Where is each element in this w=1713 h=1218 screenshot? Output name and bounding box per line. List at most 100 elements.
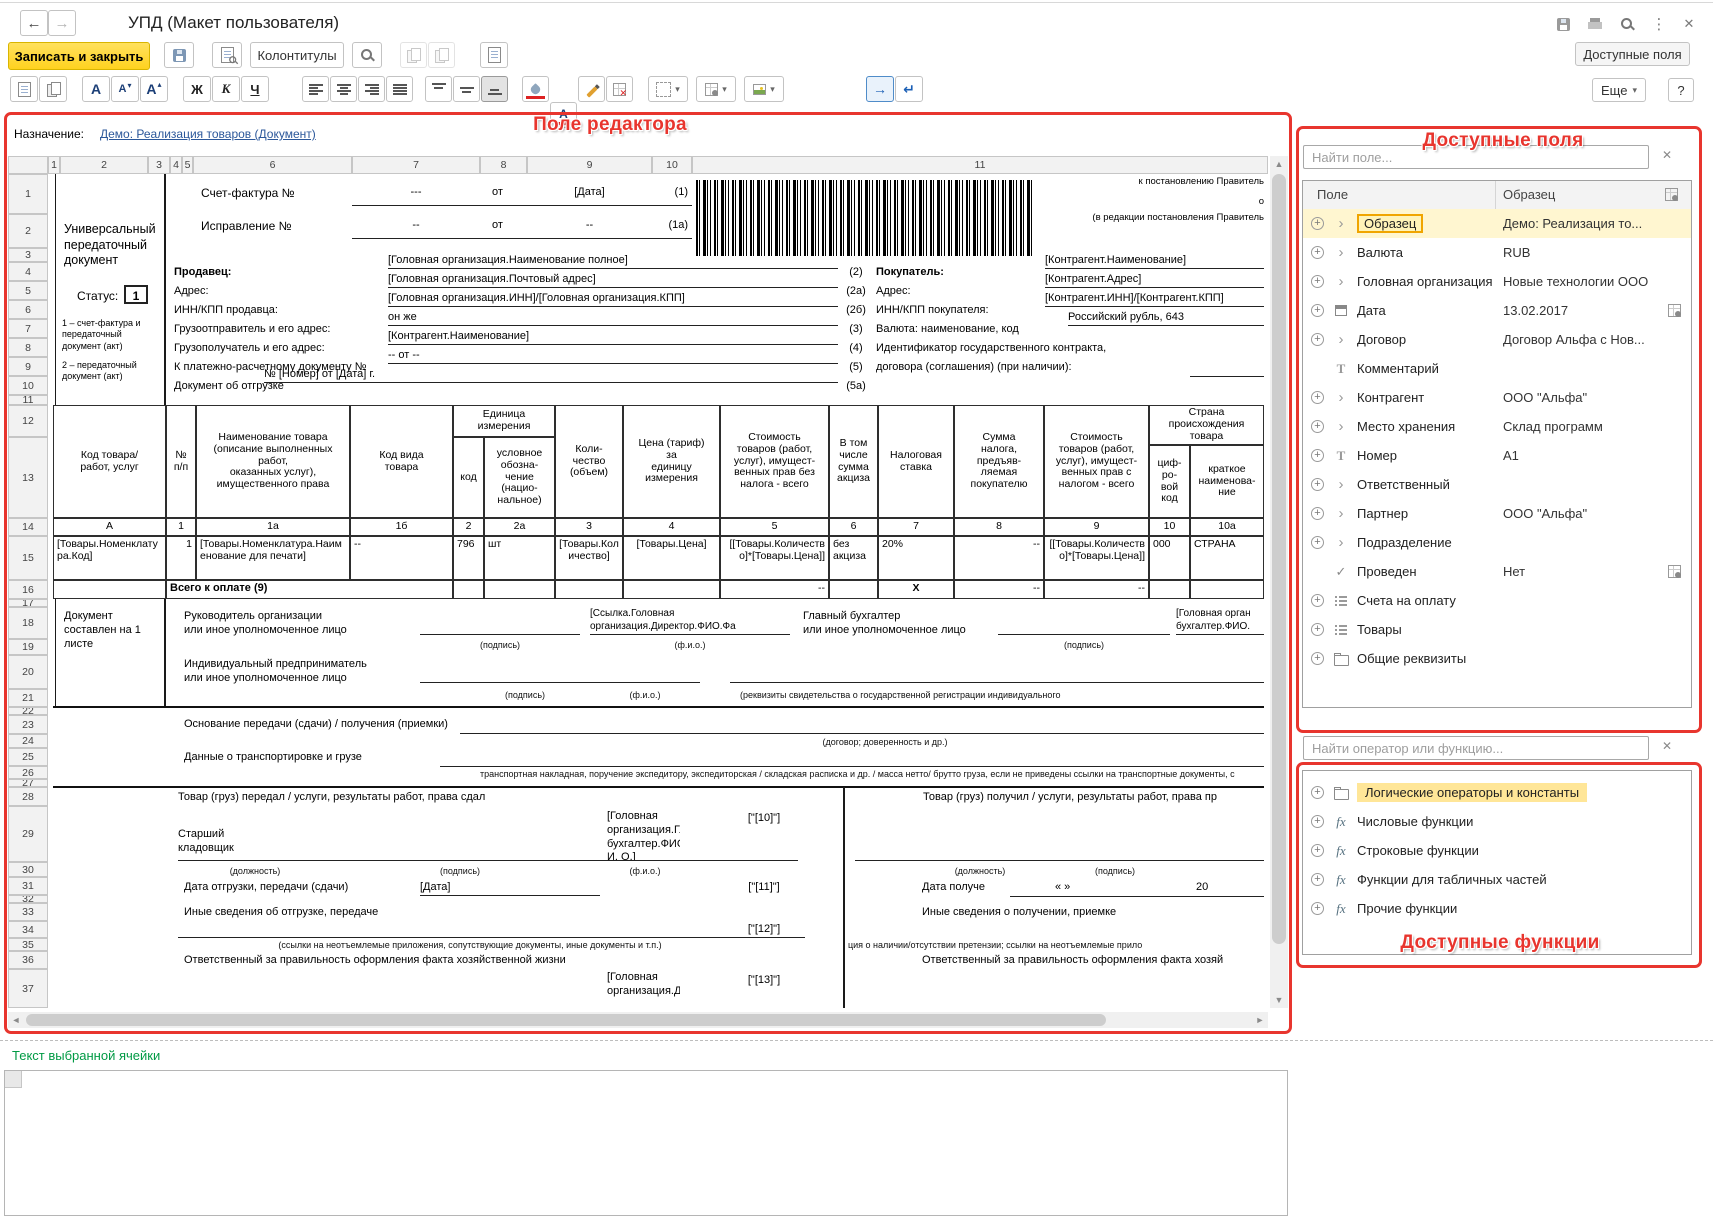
sig-head-label[interactable]: Руководитель организации или иное уполно… xyxy=(184,610,414,638)
code-row-cell[interactable]: 7 xyxy=(878,518,954,536)
cell-format-dropdown[interactable]: ▾ xyxy=(696,76,736,102)
basis-label[interactable]: Основание передачи (сдачи) / получения (… xyxy=(184,718,448,731)
buyer-value[interactable]: [Контрагент.Адрес] xyxy=(1045,271,1264,288)
align-justify-button[interactable] xyxy=(386,76,413,102)
valign-middle-button[interactable] xyxy=(453,76,480,102)
seller-label[interactable]: Грузополучатель и его адрес: xyxy=(174,342,325,355)
text-direction-button[interactable]: → xyxy=(866,76,894,102)
row-header[interactable]: 31 xyxy=(8,877,48,895)
code-row-cell[interactable]: А xyxy=(53,518,166,536)
other-receive-label[interactable]: Иные сведения о получении, приемке xyxy=(922,906,1116,919)
seller-value[interactable]: [Контрагент.Наименование] xyxy=(388,328,838,345)
row-header[interactable]: 7 xyxy=(8,319,48,338)
field-row-obrazec[interactable]: + › Образец Демо: Реализация то... xyxy=(1303,209,1691,238)
table-header-num[interactable]: № п/п xyxy=(166,405,196,518)
row-header[interactable]: 36 xyxy=(8,951,48,969)
back-button[interactable]: ← xyxy=(20,10,48,36)
sig-head-fio[interactable]: [Ссылка.Головная организация.Директор.ФИ… xyxy=(590,608,790,635)
expand-plus-icon[interactable]: + xyxy=(1311,304,1324,317)
buyer-label[interactable]: Покупатель: xyxy=(876,266,944,279)
field-row-obshchie-rekvizity[interactable]: + Общие реквизиты xyxy=(1303,644,1691,673)
align-left-button[interactable] xyxy=(302,76,329,102)
field-row-tovary[interactable]: + Товары xyxy=(1303,615,1691,644)
data-cell-unit-code[interactable]: 796 xyxy=(453,536,484,580)
valign-top-button[interactable] xyxy=(425,76,452,102)
transfer-marker-13[interactable]: ["[13]"] xyxy=(738,974,790,987)
field-label[interactable]: Дата xyxy=(1357,303,1386,318)
expand-plus-icon[interactable]: + xyxy=(1311,786,1324,799)
row-header[interactable]: 10 xyxy=(8,376,48,395)
row-header[interactable]: 28 xyxy=(8,787,48,806)
form-correction-label[interactable]: Исправление № xyxy=(201,219,291,233)
table-header-name[interactable]: Наименование товара (описание выполненны… xyxy=(196,405,350,518)
code-row-cell[interactable]: 6 xyxy=(829,518,878,536)
col-header-3[interactable]: 3 xyxy=(148,156,170,174)
field-label[interactable]: Комментарий xyxy=(1357,361,1439,376)
save-icon[interactable] xyxy=(1552,14,1574,34)
find-button[interactable] xyxy=(352,42,382,68)
expand-plus-icon[interactable]: + xyxy=(1311,652,1324,665)
table-header-excise[interactable]: В том числе сумма акциза xyxy=(829,405,878,518)
buyer-value[interactable]: Российский рубль, 643 xyxy=(1068,309,1264,326)
font-button[interactable]: А xyxy=(82,76,110,102)
table-header-country-code[interactable]: циф- ро- вой код xyxy=(1149,445,1190,518)
sheet-corner-cell[interactable] xyxy=(8,156,48,174)
data-cell-country-code[interactable]: 000 xyxy=(1149,536,1190,580)
copy-layout-button[interactable] xyxy=(400,42,427,68)
row-header[interactable]: 37 xyxy=(8,969,48,1008)
expand-plus-icon[interactable]: + xyxy=(1311,815,1324,828)
field-label[interactable]: Счета на оплату xyxy=(1357,593,1456,608)
function-row-numeric[interactable]: + fx Числовые функции xyxy=(1303,807,1691,836)
chevron-right-icon[interactable]: › xyxy=(1333,537,1349,549)
expand-plus-icon[interactable]: + xyxy=(1311,623,1324,636)
table-header-unit-code[interactable]: код xyxy=(453,437,484,518)
field-row-data[interactable]: + Дата 13.02.2017 xyxy=(1303,296,1691,325)
fields-table-header[interactable]: Поле Образец xyxy=(1303,181,1691,210)
row-header[interactable]: 18 xyxy=(8,607,48,639)
row-header[interactable]: 20 xyxy=(8,655,48,689)
total-row-cell[interactable] xyxy=(623,580,720,599)
data-cell-country-name[interactable]: СТРАНА xyxy=(1190,536,1264,580)
data-cell-name[interactable]: [Товары.Номенклатура.Наименование для пе… xyxy=(196,536,350,580)
data-cell-tax-amount[interactable]: -- xyxy=(954,536,1044,580)
code-row-cell[interactable]: 10а xyxy=(1190,518,1264,536)
expand-plus-icon[interactable]: + xyxy=(1311,844,1324,857)
data-cell-cost-wo-tax[interactable]: [[Товары.Количество]*[Товары.Цена]] xyxy=(720,536,829,580)
buyer-label[interactable]: ИНН/КПП покупателя: xyxy=(876,304,989,317)
field-label[interactable]: Головная организация xyxy=(1357,274,1493,289)
bold-button[interactable]: Ж xyxy=(183,76,211,102)
row-header[interactable]: 23 xyxy=(8,715,48,734)
preview-icon[interactable] xyxy=(1616,14,1638,34)
sample-column-header[interactable]: Образец xyxy=(1503,187,1555,202)
row-header[interactable]: 2 xyxy=(8,214,48,248)
row-header[interactable]: 9 xyxy=(8,357,48,376)
clear-cells-button[interactable] xyxy=(606,76,633,102)
row-header[interactable]: 26 xyxy=(8,766,48,779)
code-row-cell[interactable]: 8 xyxy=(954,518,1044,536)
table-header-price[interactable]: Цена (тариф) за единицу измерения xyxy=(623,405,720,518)
director-fio-cell[interactable]: [Головная организация.Директор.ФИО.Фами xyxy=(607,971,680,1007)
code-row-cell[interactable]: 2а xyxy=(484,518,555,536)
transfer-marker-10[interactable]: ["[10]"] xyxy=(738,812,790,825)
col-header-1[interactable]: 1 xyxy=(48,156,60,174)
function-row-logical[interactable]: + Логические операторы и константы xyxy=(1303,778,1691,807)
expand-plus-icon[interactable]: + xyxy=(1311,420,1324,433)
scroll-left-icon[interactable]: ◄ xyxy=(8,1012,24,1028)
seller-label[interactable]: Продавец: xyxy=(174,266,231,279)
buyer-value[interactable]: [Контрагент.Наименование] xyxy=(1045,252,1264,269)
forward-button[interactable]: → xyxy=(48,10,76,36)
paste-button[interactable] xyxy=(10,76,38,102)
table-header-tax-amount[interactable]: Сумма налога, предъяв- ляемая покупателю xyxy=(954,405,1044,518)
data-cell-cost-with-tax[interactable]: [[Товары.Количество]*[Товары.Цена]] xyxy=(1044,536,1149,580)
total-row-cell[interactable] xyxy=(555,580,623,599)
selected-cell-textarea[interactable] xyxy=(4,1070,1288,1216)
buyer-value[interactable]: [Контрагент.ИНН]/[Контрагент.КПП] xyxy=(1045,290,1264,307)
row-header[interactable]: 3 xyxy=(8,248,48,262)
table-header-unit[interactable]: Единица измерения xyxy=(453,405,555,437)
form-invoice-label[interactable]: Счет-фактура № xyxy=(201,186,295,200)
receive-date-quotes[interactable]: « » xyxy=(1055,881,1070,894)
scroll-up-icon[interactable]: ▲ xyxy=(1270,156,1288,172)
transfer-right-title[interactable]: Товар (груз) получил / услуги, результат… xyxy=(923,791,1264,804)
code-row-cell[interactable]: 1 xyxy=(166,518,196,536)
seller-label[interactable]: Грузоотправитель и его адрес: xyxy=(174,323,330,336)
